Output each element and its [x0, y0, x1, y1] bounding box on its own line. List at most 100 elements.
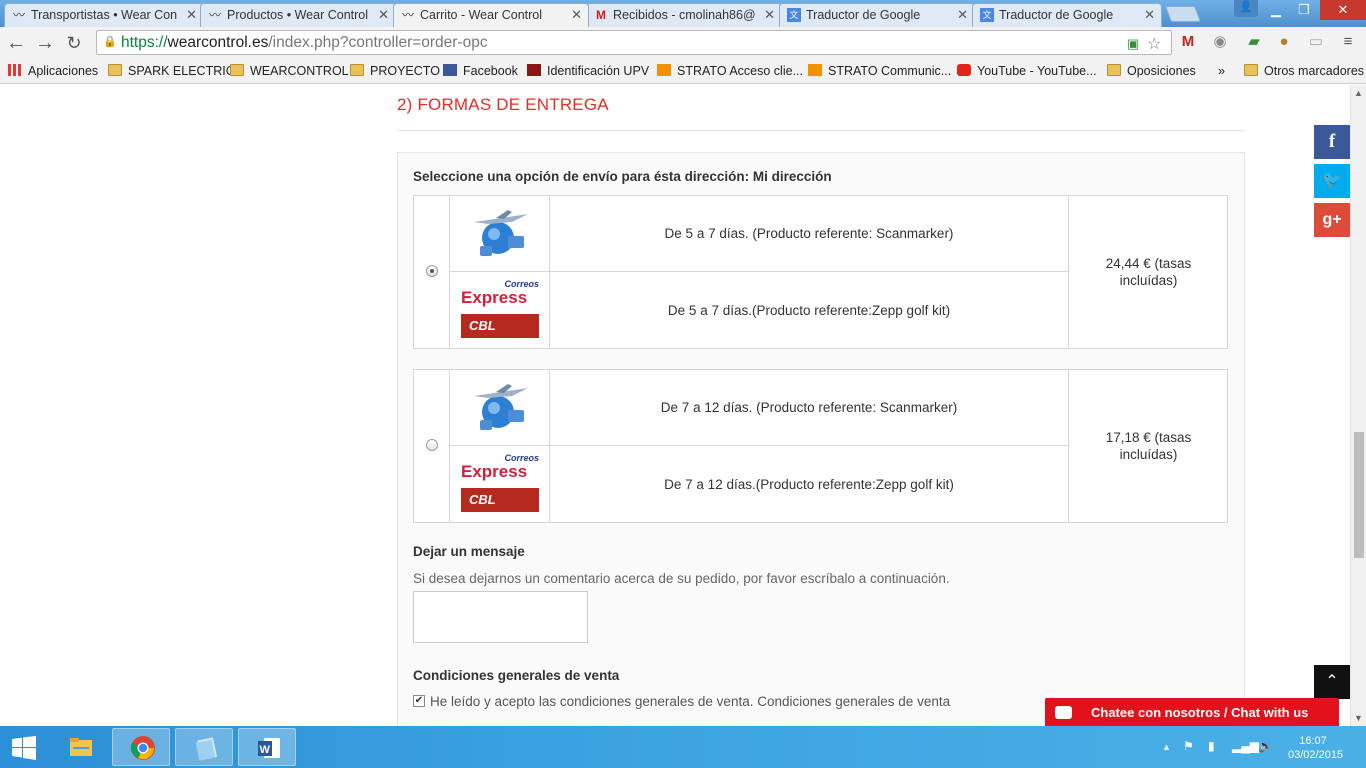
- close-icon[interactable]: ✕: [186, 4, 197, 26]
- plane-globe-icon: [474, 210, 528, 256]
- youtube-icon: [957, 64, 971, 76]
- bookmark-facebook[interactable]: Facebook: [443, 62, 518, 80]
- system-clock[interactable]: 16:07 03/02/2015: [1288, 734, 1343, 762]
- tab-translate-1[interactable]: 文 Traductor de Google ✕: [779, 3, 975, 27]
- bookmark-oposiciones[interactable]: Oposiciones: [1107, 62, 1196, 80]
- close-icon[interactable]: ✕: [1144, 4, 1155, 26]
- menu-icon[interactable]: ≡: [1338, 32, 1358, 52]
- ext-check-icon[interactable]: ◉: [1210, 32, 1230, 52]
- tab-productos[interactable]: 〰 Productos • Wear Control ✕: [200, 3, 396, 27]
- ext-green-icon[interactable]: ▰: [1244, 32, 1264, 52]
- gmail-icon: M: [596, 8, 606, 22]
- bookmark-proyecto[interactable]: PROYECTO: [350, 62, 440, 80]
- power-icon[interactable]: ▮: [1208, 739, 1215, 753]
- page-content: 2) FORMAS DE ENTREGA Seleccione una opci…: [0, 85, 1350, 726]
- bookmark-star-icon[interactable]: ☆: [1147, 34, 1161, 54]
- restore-icon[interactable]: ❐: [1290, 0, 1318, 20]
- back-to-top-button[interactable]: ⌃: [1314, 665, 1350, 699]
- bookmark-label: Identificación UPV: [547, 64, 650, 78]
- carrier-description: De 7 a 12 días. (Producto referente: Sca…: [660, 400, 958, 415]
- url-path: /index.php?controller=order-opc: [268, 34, 488, 51]
- chevron-up-icon: ⌃: [1325, 673, 1339, 690]
- bookmark-strato-acceso[interactable]: STRATO Acceso clie...: [657, 62, 803, 80]
- terms-checkbox[interactable]: ✔: [413, 695, 425, 707]
- facebook-share-icon[interactable]: f: [1314, 125, 1350, 159]
- volume-icon[interactable]: 🔈: [1258, 739, 1273, 753]
- chat-bubble-icon: [1055, 706, 1072, 719]
- back-icon[interactable]: ←: [4, 31, 28, 55]
- bookmarks-overflow-button[interactable]: »: [1218, 62, 1225, 80]
- scroll-up-icon[interactable]: ▲: [1354, 88, 1363, 98]
- message-textarea[interactable]: [413, 591, 588, 643]
- close-icon[interactable]: ✕: [764, 4, 775, 26]
- translate-icon: 文: [980, 8, 994, 22]
- reload-icon[interactable]: ↻: [62, 31, 86, 55]
- taskbar-file-explorer[interactable]: [51, 728, 109, 766]
- taskbar-app[interactable]: [175, 728, 233, 766]
- network-icon[interactable]: ▂▄▆: [1232, 739, 1259, 753]
- flag-icon[interactable]: ⚑: [1183, 739, 1194, 753]
- page-scrollbar[interactable]: ▲ ▼: [1350, 85, 1366, 726]
- chat-button[interactable]: Chatee con nosotros / Chat with us: [1045, 698, 1339, 726]
- wearcontrol-icon: 〰: [12, 8, 25, 22]
- bookmark-upv[interactable]: Identificación UPV: [527, 62, 649, 80]
- window-close-icon[interactable]: ✕: [1320, 0, 1366, 20]
- scroll-down-icon[interactable]: ▼: [1354, 713, 1363, 723]
- correos-express-cbl-logo: Correos Express CBL: [450, 446, 550, 522]
- tab-title: Transportistas • Wear Con: [31, 8, 178, 22]
- terms-label[interactable]: He leído y acepto las condiciones genera…: [430, 694, 950, 709]
- new-tab-button[interactable]: [1165, 6, 1201, 22]
- carrier-radio-1[interactable]: [426, 265, 438, 277]
- carrier-option-2[interactable]: De 7 a 12 días. (Producto referente: Sca…: [413, 369, 1228, 523]
- minimize-icon[interactable]: ▁: [1262, 0, 1290, 20]
- carrier-radio-2[interactable]: [426, 439, 438, 451]
- bookmark-label: WEARCONTROL: [250, 64, 349, 78]
- bookmark-label: PROYECTO: [370, 64, 440, 78]
- bookmark-label: SPARK ELECTRIC: [128, 64, 235, 78]
- carrier-option-1[interactable]: De 5 a 7 días. (Producto referente: Scan…: [413, 195, 1228, 349]
- twitter-share-icon[interactable]: 🐦: [1314, 164, 1350, 198]
- bookmark-strato-communic[interactable]: STRATO Communic...: [808, 62, 951, 80]
- url-text[interactable]: https://wearcontrol.es/index.php?control…: [121, 34, 488, 52]
- start-button[interactable]: [0, 728, 48, 766]
- carrier-row: De 7 a 12 días. (Producto referente: Sca…: [450, 370, 1068, 446]
- windows-taskbar: W ▲ ⚑ ▮ ▂▄▆ 🔈 16:07 03/02/2015: [0, 726, 1366, 768]
- ext-blank-icon[interactable]: ▭: [1306, 32, 1326, 52]
- tab-translate-2[interactable]: 文 Traductor de Google ✕: [972, 3, 1162, 27]
- lock-icon: 🔒: [103, 36, 117, 48]
- logo-text: Express: [461, 462, 528, 481]
- browser-tabbar: 〰 Transportistas • Wear Con ✕ 〰 Producto…: [0, 0, 1366, 27]
- forward-icon[interactable]: →: [33, 31, 57, 55]
- user-profile-icon[interactable]: 👤: [1234, 0, 1258, 17]
- taskbar-chrome[interactable]: [112, 728, 170, 766]
- gmail-ext-icon[interactable]: M: [1178, 32, 1198, 52]
- folder-icon: [230, 64, 244, 76]
- tray-expand-icon[interactable]: ▲: [1162, 742, 1171, 752]
- tab-carrito[interactable]: 〰 Carrito - Wear Control ✕: [393, 3, 589, 27]
- other-bookmarks[interactable]: Otros marcadores: [1244, 62, 1364, 80]
- message-hint: Si desea dejarnos un comentario acerca d…: [413, 571, 950, 586]
- cookie-icon[interactable]: ●: [1274, 32, 1294, 52]
- close-icon[interactable]: ✕: [378, 4, 389, 26]
- extension-page-icon[interactable]: ▣: [1127, 36, 1139, 52]
- close-icon[interactable]: ✕: [957, 4, 968, 26]
- plane-globe-logo: [450, 370, 550, 445]
- bookmark-spark-electric[interactable]: SPARK ELECTRIC: [108, 62, 235, 80]
- carrier-row: Correos Express CBL De 5 a 7 días.(Produ…: [450, 272, 1068, 348]
- bookmark-wearcontrol[interactable]: WEARCONTROL: [230, 62, 349, 80]
- delivery-options-box: Seleccione una opción de envío para ésta…: [397, 152, 1245, 726]
- bookmark-youtube[interactable]: YouTube - YouTube...: [957, 62, 1097, 80]
- folder-icon: [350, 64, 364, 76]
- scrollbar-thumb[interactable]: [1354, 432, 1364, 558]
- plane-globe-logo: [450, 196, 550, 271]
- google-plus-share-icon[interactable]: g+: [1314, 203, 1350, 237]
- address-bar[interactable]: 🔒 https://wearcontrol.es/index.php?contr…: [96, 30, 1172, 55]
- carrier-row: De 5 a 7 días. (Producto referente: Scan…: [450, 196, 1068, 272]
- message-heading: Dejar un mensaje: [413, 544, 525, 559]
- tab-transportistas[interactable]: 〰 Transportistas • Wear Con ✕: [4, 3, 204, 27]
- tab-gmail[interactable]: M Recibidos - cmolinah86@ ✕: [586, 3, 782, 27]
- close-icon[interactable]: ✕: [571, 4, 582, 26]
- bookmark-aplicaciones[interactable]: Aplicaciones: [8, 62, 98, 80]
- translate-icon: 文: [787, 8, 801, 22]
- taskbar-word[interactable]: W: [238, 728, 296, 766]
